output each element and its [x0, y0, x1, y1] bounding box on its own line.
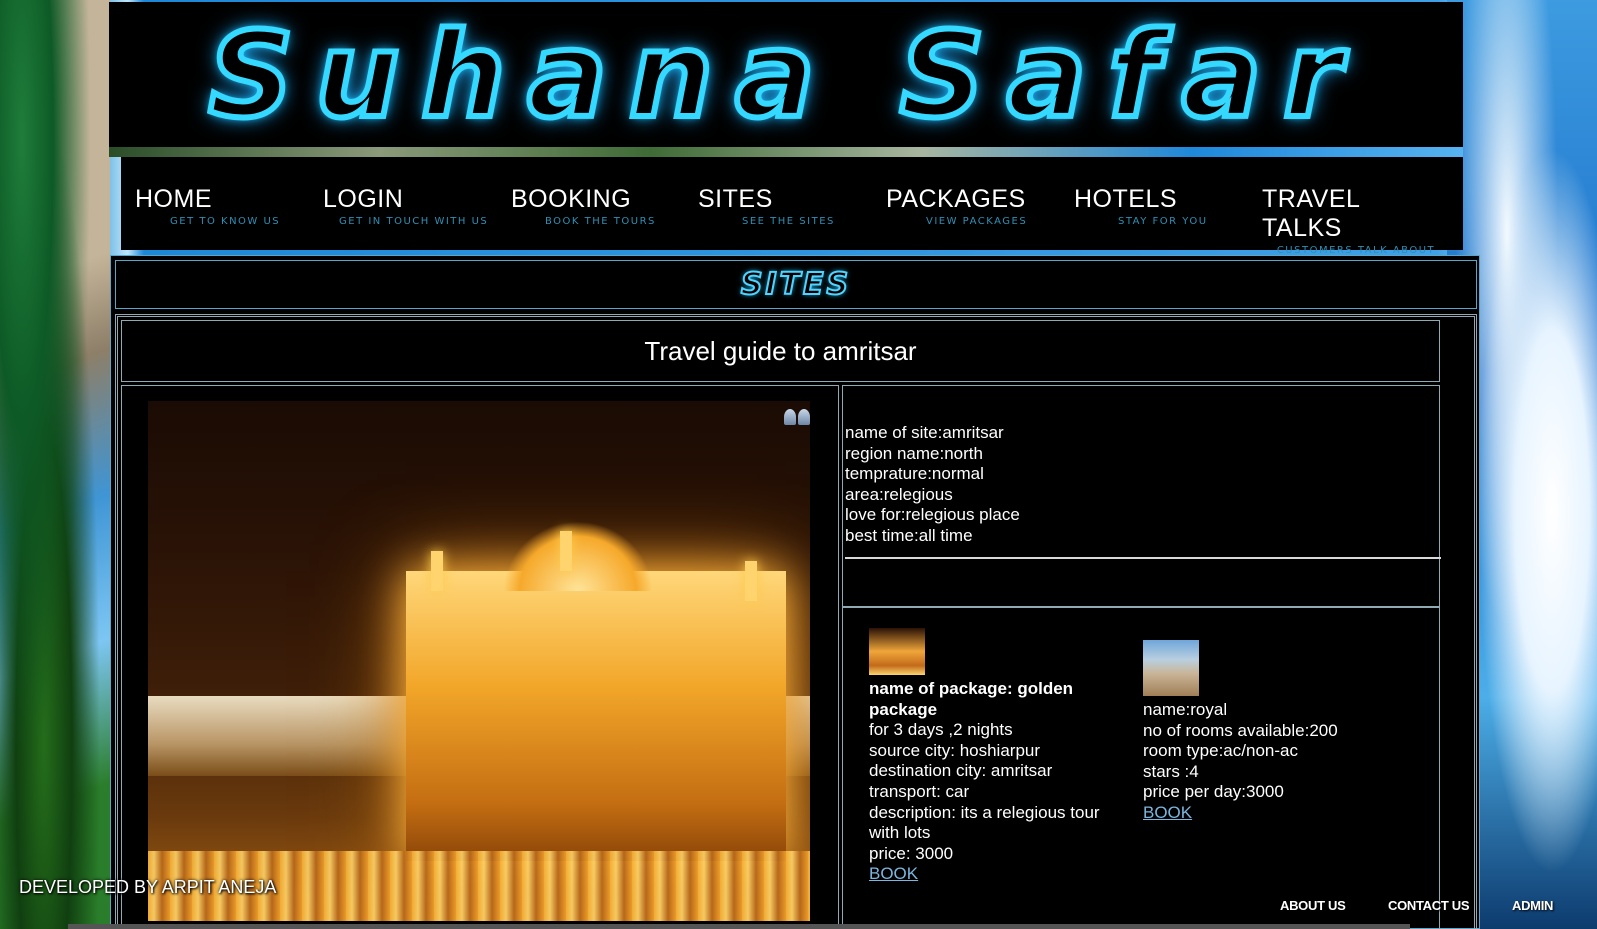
section-header: SITES [115, 260, 1477, 309]
banner-strip [109, 147, 1463, 157]
main-content: SITES Travel guide to amritsar name of s… [110, 255, 1480, 929]
site-info-list: name of site:amritsar region name:north … [845, 423, 1020, 547]
hotel-price: price per day:3000 [1143, 782, 1284, 802]
nav-hotels-label[interactable]: HOTELS [1074, 185, 1264, 214]
nav-packages[interactable]: PACKAGES VIEW PACKAGES [886, 185, 1076, 227]
hotel-thumbnail[interactable] [1143, 640, 1199, 696]
nav-booking[interactable]: BOOKING BOOK THE TOURS [511, 185, 701, 227]
package-name: name of package: golden [869, 679, 1074, 698]
nav-sites-sub: SEE THE SITES [742, 216, 835, 227]
guide-title: Travel guide to amritsar [644, 335, 917, 366]
package-thumbnail[interactable] [869, 628, 925, 675]
hotel-stars: stars :4 [1143, 761, 1199, 781]
nav-packages-label[interactable]: PACKAGES [886, 185, 1076, 214]
package-name-cont: package [869, 699, 938, 719]
nav-sites[interactable]: SITES SEE THE SITES [698, 185, 888, 227]
site-region: region name:north [845, 443, 983, 463]
package-transport: transport: car [869, 781, 970, 801]
site-area: area:relegious [845, 484, 953, 504]
site-logo-text: Suhana Safar [205, 3, 1364, 147]
package-description: description: its a relegious tour [869, 802, 1100, 822]
package-hotel-cell: name of package: golden package for 3 da… [842, 607, 1440, 929]
nav-hotels-sub: STAY FOR YOU [1118, 216, 1208, 227]
photo-dome [503, 521, 653, 591]
package-card: name of package: golden package for 3 da… [869, 628, 1119, 885]
footer-contact-link[interactable]: CONTACT US [1388, 898, 1470, 913]
hotel-name: name:royal [1143, 700, 1228, 719]
nav-travel-talks-label[interactable]: TRAVEL TALKS [1262, 185, 1442, 243]
package-duration: for 3 days ,2 nights [869, 720, 1013, 740]
info-divider [845, 557, 1441, 559]
photo-temple [406, 571, 786, 861]
photo-spire [431, 551, 443, 591]
nav-login[interactable]: LOGIN GET IN TOUCH WITH US [323, 185, 513, 227]
package-destination: destination city: amritsar [869, 761, 1053, 781]
nav-login-sub: GET IN TOUCH WITH US [339, 216, 489, 227]
nav-booking-sub: BOOK THE TOURS [545, 216, 656, 227]
package-source: source city: hoshiarpur [869, 740, 1041, 760]
site-temperature: temprature:normal [845, 464, 984, 484]
footer-admin-link[interactable]: ADMIN [1512, 898, 1553, 913]
hotel-card: name:royal no of rooms available:200 roo… [1143, 640, 1393, 824]
site-name: name of site:amritsar [845, 423, 1004, 442]
developer-credit: DEVELOPED BY ARPIT ANEJA [19, 877, 277, 897]
golden-temple-photo [148, 401, 810, 921]
nav-packages-sub: VIEW PACKAGES [926, 216, 1028, 227]
footer-about-link[interactable]: ABOUT US [1280, 898, 1346, 913]
nav-booking-label[interactable]: BOOKING [511, 185, 701, 214]
guide-title-box: Travel guide to amritsar [121, 320, 1440, 382]
nav-home-sub: GET TO KNOW US [170, 216, 281, 227]
hotel-room-type: room type:ac/non-ac [1143, 741, 1298, 761]
photo-spire [745, 561, 757, 601]
hotel-rooms: no of rooms available:200 [1143, 720, 1338, 740]
horizontal-scrollbar[interactable] [68, 924, 1410, 929]
site-photo-cell [121, 385, 839, 925]
package-book-link[interactable]: BOOK [869, 864, 1119, 885]
site-details-frame: Travel guide to amritsar name of site:am… [115, 314, 1477, 929]
site-love-for: love for:relegious place [845, 505, 1020, 525]
nav-hotels[interactable]: HOTELS STAY FOR YOU [1074, 185, 1264, 227]
package-description-cont: with lots [869, 823, 931, 843]
hotel-book-link[interactable]: BOOK [1143, 803, 1393, 824]
palm-tree-background [0, 0, 110, 929]
photo-spire [560, 531, 572, 571]
nav-login-label[interactable]: LOGIN [323, 185, 513, 214]
main-navigation: HOME GET TO KNOW US LOGIN GET IN TOUCH W… [121, 157, 1463, 267]
section-title: SITES [740, 266, 852, 303]
package-price: price: 3000 [869, 843, 954, 863]
share-icon[interactable] [784, 409, 812, 427]
site-info-cell: name of site:amritsar region name:north … [842, 385, 1441, 607]
nav-home-label[interactable]: HOME [135, 185, 325, 214]
nav-home[interactable]: HOME GET TO KNOW US [135, 185, 325, 227]
site-best-time: best time:all time [845, 525, 973, 545]
nav-sites-label[interactable]: SITES [698, 185, 888, 214]
site-banner: Suhana Safar [109, 2, 1463, 147]
